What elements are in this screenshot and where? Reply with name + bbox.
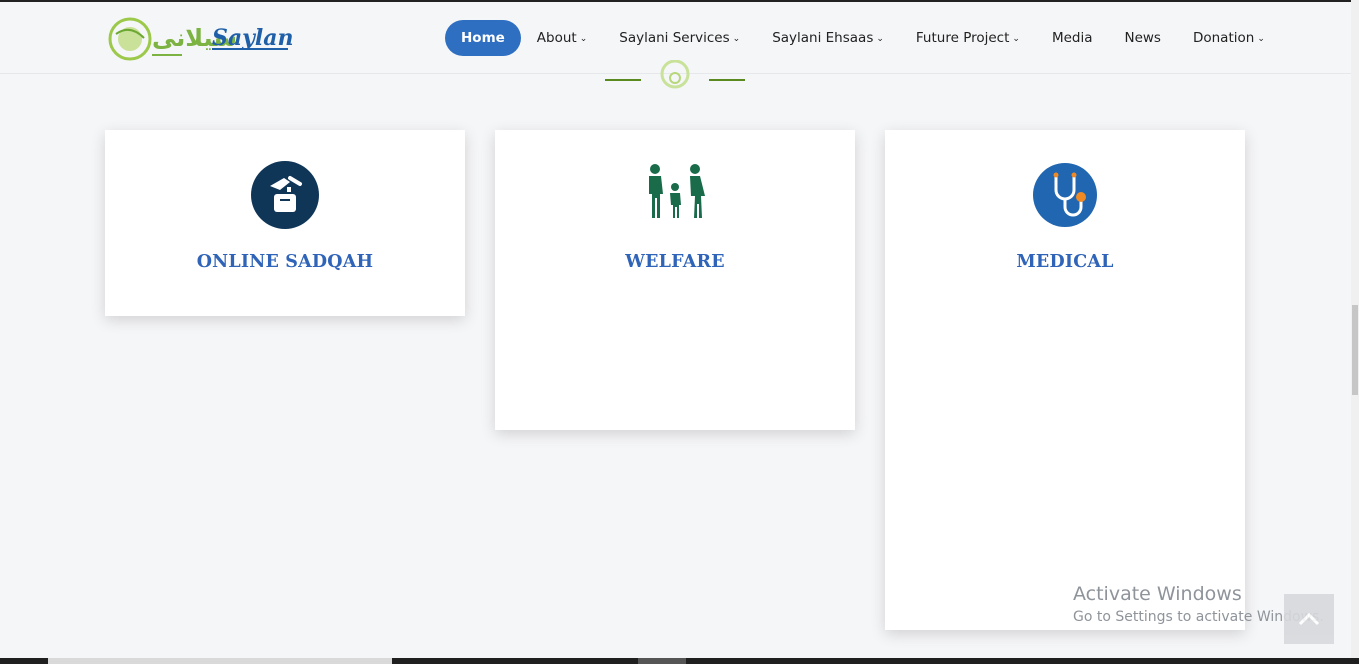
nav-media[interactable]: Media <box>1036 20 1109 56</box>
nav-future-label: Future Project <box>915 30 1010 46</box>
logo-graphic: سیلانی Saylani <box>108 17 302 61</box>
service-card-medical[interactable]: MEDICAL <box>885 130 1245 630</box>
nav-news-label: News <box>1124 30 1161 46</box>
nav-saylani-ehsaas[interactable]: Saylani Ehsaas ⌄ <box>756 20 900 56</box>
card-title: MEDICAL <box>1016 252 1114 272</box>
chevron-down-icon: ⌄ <box>579 34 588 44</box>
service-card-welfare[interactable]: WELFARE <box>495 130 855 430</box>
nav-services-label: Saylani Services <box>619 30 730 46</box>
nav-home-label: Home <box>461 30 505 46</box>
chevron-up-icon <box>1298 612 1320 626</box>
nav-about[interactable]: About ⌄ <box>521 20 603 56</box>
taskbar-strip <box>0 658 1359 664</box>
stethoscope-icon <box>1030 160 1100 230</box>
chevron-down-icon: ⌄ <box>1257 34 1265 44</box>
taskbar-segment <box>638 658 686 664</box>
nav-home[interactable]: Home <box>445 20 521 56</box>
taskbar-segment <box>48 658 392 664</box>
service-card-online-sadqah[interactable]: ONLINE SADQAH <box>105 130 465 316</box>
nav-donation[interactable]: Donation ⌄ <box>1177 20 1281 56</box>
svg-text:Saylani: Saylani <box>212 25 293 51</box>
page-scrollbar-thumb[interactable] <box>1352 305 1358 395</box>
chevron-down-icon: ⌄ <box>1012 34 1020 44</box>
donation-box-icon <box>250 160 320 230</box>
saylani-logo[interactable]: سیلانی Saylani <box>108 14 302 64</box>
divider-ornament-icon <box>605 59 745 89</box>
main-nav: Home About ⌄ Saylani Services ⌄ Saylani Eh… <box>445 20 1281 56</box>
card-title: ONLINE SADQAH <box>196 252 374 272</box>
nav-donation-label: Donation <box>1192 30 1255 46</box>
card-title: WELFARE <box>625 252 725 272</box>
chevron-down-icon: ⌄ <box>876 34 884 44</box>
nav-ehsaas-label: Saylani Ehsaas <box>772 30 874 46</box>
nav-future-project[interactable]: Future Project ⌄ <box>900 20 1036 56</box>
nav-news[interactable]: News <box>1108 20 1176 56</box>
chevron-down-icon: ⌄ <box>732 34 741 44</box>
nav-about-label: About <box>536 30 577 46</box>
nav-saylani-services[interactable]: Saylani Services ⌄ <box>603 20 756 56</box>
scroll-to-top-button[interactable] <box>1284 594 1334 644</box>
nav-media-label: Media <box>1051 30 1093 46</box>
section-divider <box>600 59 750 90</box>
family-icon <box>640 160 710 230</box>
